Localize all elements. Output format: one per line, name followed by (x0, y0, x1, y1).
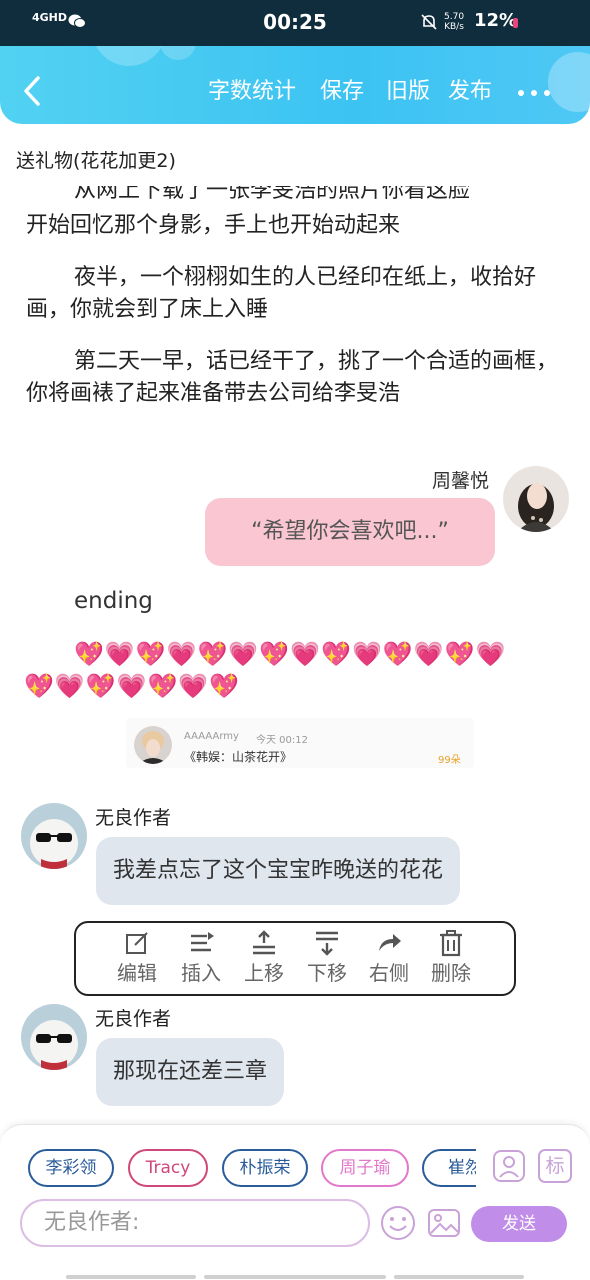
more-options-icon[interactable] (518, 90, 552, 98)
message-input[interactable]: 无良作者: (20, 1199, 370, 1247)
battery-icon (513, 18, 518, 28)
delete-menu-item[interactable]: 删除 (420, 929, 482, 987)
avatar-image (21, 1004, 87, 1070)
redo-arrow-icon (379, 934, 401, 951)
character-chip[interactable]: 李彩领 (28, 1149, 114, 1187)
decorative-bubble (92, 46, 166, 66)
status-bar: 4GHD 00:25 5.70 KB/s 12% (0, 0, 590, 46)
network-speed: 5.70 KB/s (444, 12, 465, 32)
character-chip[interactable]: 周子瑜 (321, 1149, 409, 1187)
bottom-indicator (394, 1275, 524, 1279)
character-avatar[interactable] (503, 466, 569, 532)
gift-count: 99朵 (438, 755, 461, 766)
save-button[interactable]: 保存 (320, 78, 364, 106)
move-up-menu-item[interactable]: 上移 (233, 929, 295, 987)
image-icon[interactable] (426, 1205, 462, 1241)
back-arrow-icon[interactable] (18, 74, 46, 108)
author-name: 无良作者 (95, 807, 172, 829)
chapter-title: 送礼物(花花加更2) (16, 150, 176, 172)
character-chip[interactable]: 崔然 (422, 1149, 476, 1187)
author-message-bubble[interactable]: 那现在还差三章 (96, 1038, 285, 1106)
mute-bell-icon (421, 14, 437, 30)
old-version-button[interactable]: 旧版 (386, 78, 430, 106)
emoji-icon[interactable] (380, 1205, 416, 1241)
character-message-bubble[interactable]: “希望你会喜欢吧...” (205, 498, 495, 566)
story-paragraph-cut: 从网上下载了一张李旻浩的照片你看这脸 (74, 186, 471, 203)
avatar-image (21, 803, 87, 869)
avatar-image (503, 466, 569, 532)
send-button[interactable]: 发送 (471, 1206, 567, 1242)
story-paragraph[interactable]: 夜半，一个栩栩如生的人已经印在纸上，收拾好画，你就会到了床上入睡 (26, 262, 566, 326)
move-down-menu-item[interactable]: 下移 (296, 929, 358, 987)
gift-card[interactable]: AAAAArmy 今天 00:12 《韩娱：山茶花开》 99朵 (126, 718, 474, 768)
move-down-icon (316, 931, 338, 956)
decorative-bubble (548, 52, 590, 112)
edit-menu-item[interactable]: 编辑 (106, 929, 168, 987)
edit-icon (126, 932, 148, 954)
mark-button[interactable]: 标 (538, 1149, 572, 1183)
character-list-icon[interactable] (492, 1149, 526, 1183)
move-up-icon (253, 930, 275, 955)
publish-button[interactable]: 发布 (448, 78, 492, 106)
gift-user-name: AAAAArmy (184, 731, 239, 742)
character-chip-row: 李彩领 Tracy 朴振荣 周子瑜 崔然 (28, 1149, 476, 1189)
ending-text[interactable]: ending (74, 588, 153, 614)
message-context-menu: 编辑 插入 上移 下移 右侧 删除 (74, 921, 516, 996)
top-toolbar: 字数统计 保存 旧版 发布 (0, 46, 590, 124)
battery-level: 12% (474, 10, 518, 31)
author-name: 无良作者 (95, 1008, 172, 1030)
author-avatar[interactable] (21, 1004, 87, 1070)
author-message-bubble[interactable]: 我差点忘了这个宝宝昨晚送的花花 (96, 837, 461, 905)
word-count-button[interactable]: 字数统计 (208, 78, 296, 106)
input-panel: 李彩领 Tracy 朴振荣 周子瑜 崔然 标 无良作者: 发送 (0, 1124, 590, 1280)
hearts-emoji-line: 💖💗💖💗💖💗💖💗💖💗💖💗💖💗 (74, 640, 507, 668)
trash-icon (440, 930, 462, 957)
insert-icon (191, 932, 214, 952)
character-name: 周馨悦 (432, 470, 490, 492)
author-avatar[interactable] (21, 803, 87, 869)
bottom-indicator (66, 1275, 196, 1279)
bottom-indicator (204, 1275, 386, 1279)
right-side-menu-item[interactable]: 右侧 (358, 929, 420, 987)
character-chip[interactable]: Tracy (128, 1149, 208, 1187)
story-paragraph[interactable]: 第二天一早，话已经干了，挑了一个合适的画框，你将画裱了起来准备带去公司给李旻浩 (26, 346, 566, 410)
character-chip[interactable]: 朴振荣 (222, 1149, 308, 1187)
gift-book-title: 《韩娱：山茶花开》 (184, 750, 293, 764)
hearts-emoji-line: 💖💗💖💗💖💗💖 (24, 672, 241, 700)
gift-user-avatar (134, 726, 172, 764)
gift-time: 今天 00:12 (256, 735, 308, 746)
decorative-bubble (160, 46, 196, 60)
story-paragraph[interactable]: 开始回忆那个身影，手上也开始动起来 (26, 210, 566, 242)
insert-menu-item[interactable]: 插入 (170, 929, 232, 987)
